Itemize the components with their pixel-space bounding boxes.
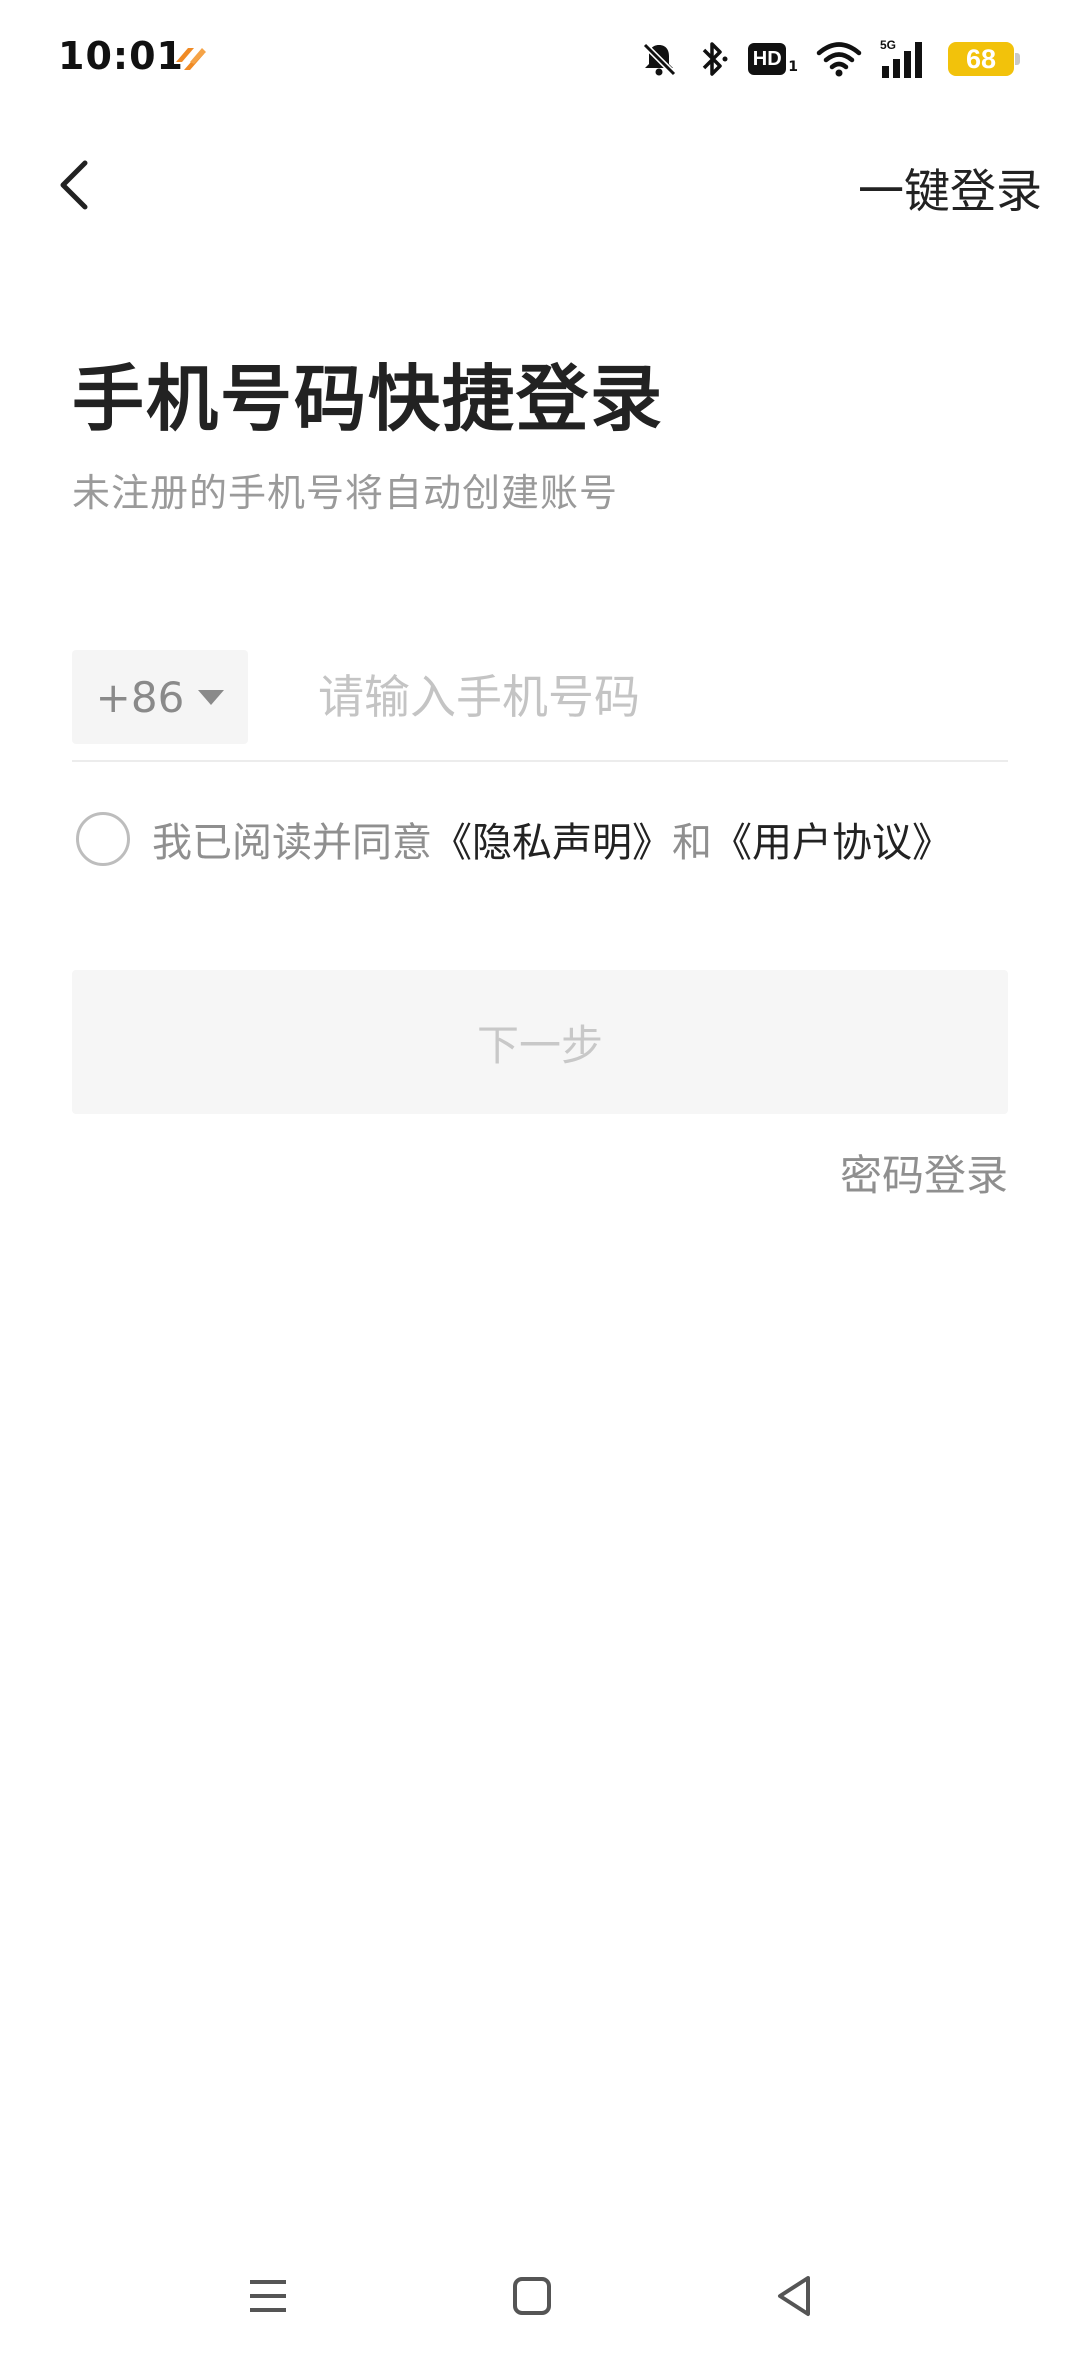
bluetooth-icon <box>703 42 728 76</box>
home-button[interactable] <box>492 2256 572 2336</box>
agreement-checkbox[interactable] <box>76 812 130 866</box>
app-badge-icon <box>176 48 206 70</box>
agreement-prefix: 我已阅读并同意 <box>152 820 432 866</box>
user-agreement-link[interactable]: 《用户协议》 <box>712 810 952 868</box>
menu-button[interactable] <box>228 2256 308 2336</box>
agreement-and: 和 <box>672 820 712 866</box>
system-back-button[interactable] <box>754 2256 834 2336</box>
chevron-left-icon <box>60 160 88 210</box>
system-nav-bar <box>0 2226 1080 2376</box>
back-button[interactable] <box>40 150 110 220</box>
phone-number-input[interactable] <box>318 650 998 744</box>
menu-icon <box>250 2280 286 2312</box>
phone-input-row: +86 <box>72 650 1008 762</box>
bell-muted-icon <box>643 42 677 77</box>
privacy-statement-link[interactable]: 《隐私声明》 <box>432 810 672 868</box>
page-title: 手机号码快捷登录 <box>72 357 665 441</box>
page-subtitle: 未注册的手机号将自动创建账号 <box>72 471 619 515</box>
hd-icon: HD 1 <box>748 43 798 75</box>
home-icon <box>513 2277 551 2315</box>
back-triangle-icon <box>778 2276 810 2316</box>
battery-icon: 68 <box>948 42 1020 76</box>
next-step-button[interactable]: 下一步 <box>72 970 1008 1114</box>
status-icons: HD 1 5G 68 <box>640 34 1020 84</box>
country-code-label: +86 <box>95 672 185 722</box>
status-time: 10:01 <box>58 34 184 78</box>
svg-text:5G: 5G <box>880 38 896 52</box>
agreement-row: 我已阅读并同意 《隐私声明》 和 《用户协议》 <box>76 806 1036 872</box>
caret-down-icon <box>198 689 225 705</box>
wifi-icon <box>816 42 862 77</box>
one-click-login-link[interactable]: 一键登录 <box>858 155 1042 221</box>
country-code-selector[interactable]: +86 <box>72 650 248 744</box>
password-login-link[interactable]: 密码登录 <box>840 1142 1008 1203</box>
signal-icon: 5G <box>880 38 922 78</box>
status-bar: 10:01 HD 1 5G 68 <box>0 0 1080 120</box>
login-screen: 10:01 HD 1 5G 68 一键登录 手机号码快捷登录 未注册的手机号将自… <box>0 0 1080 2376</box>
battery-level: 68 <box>965 43 997 74</box>
